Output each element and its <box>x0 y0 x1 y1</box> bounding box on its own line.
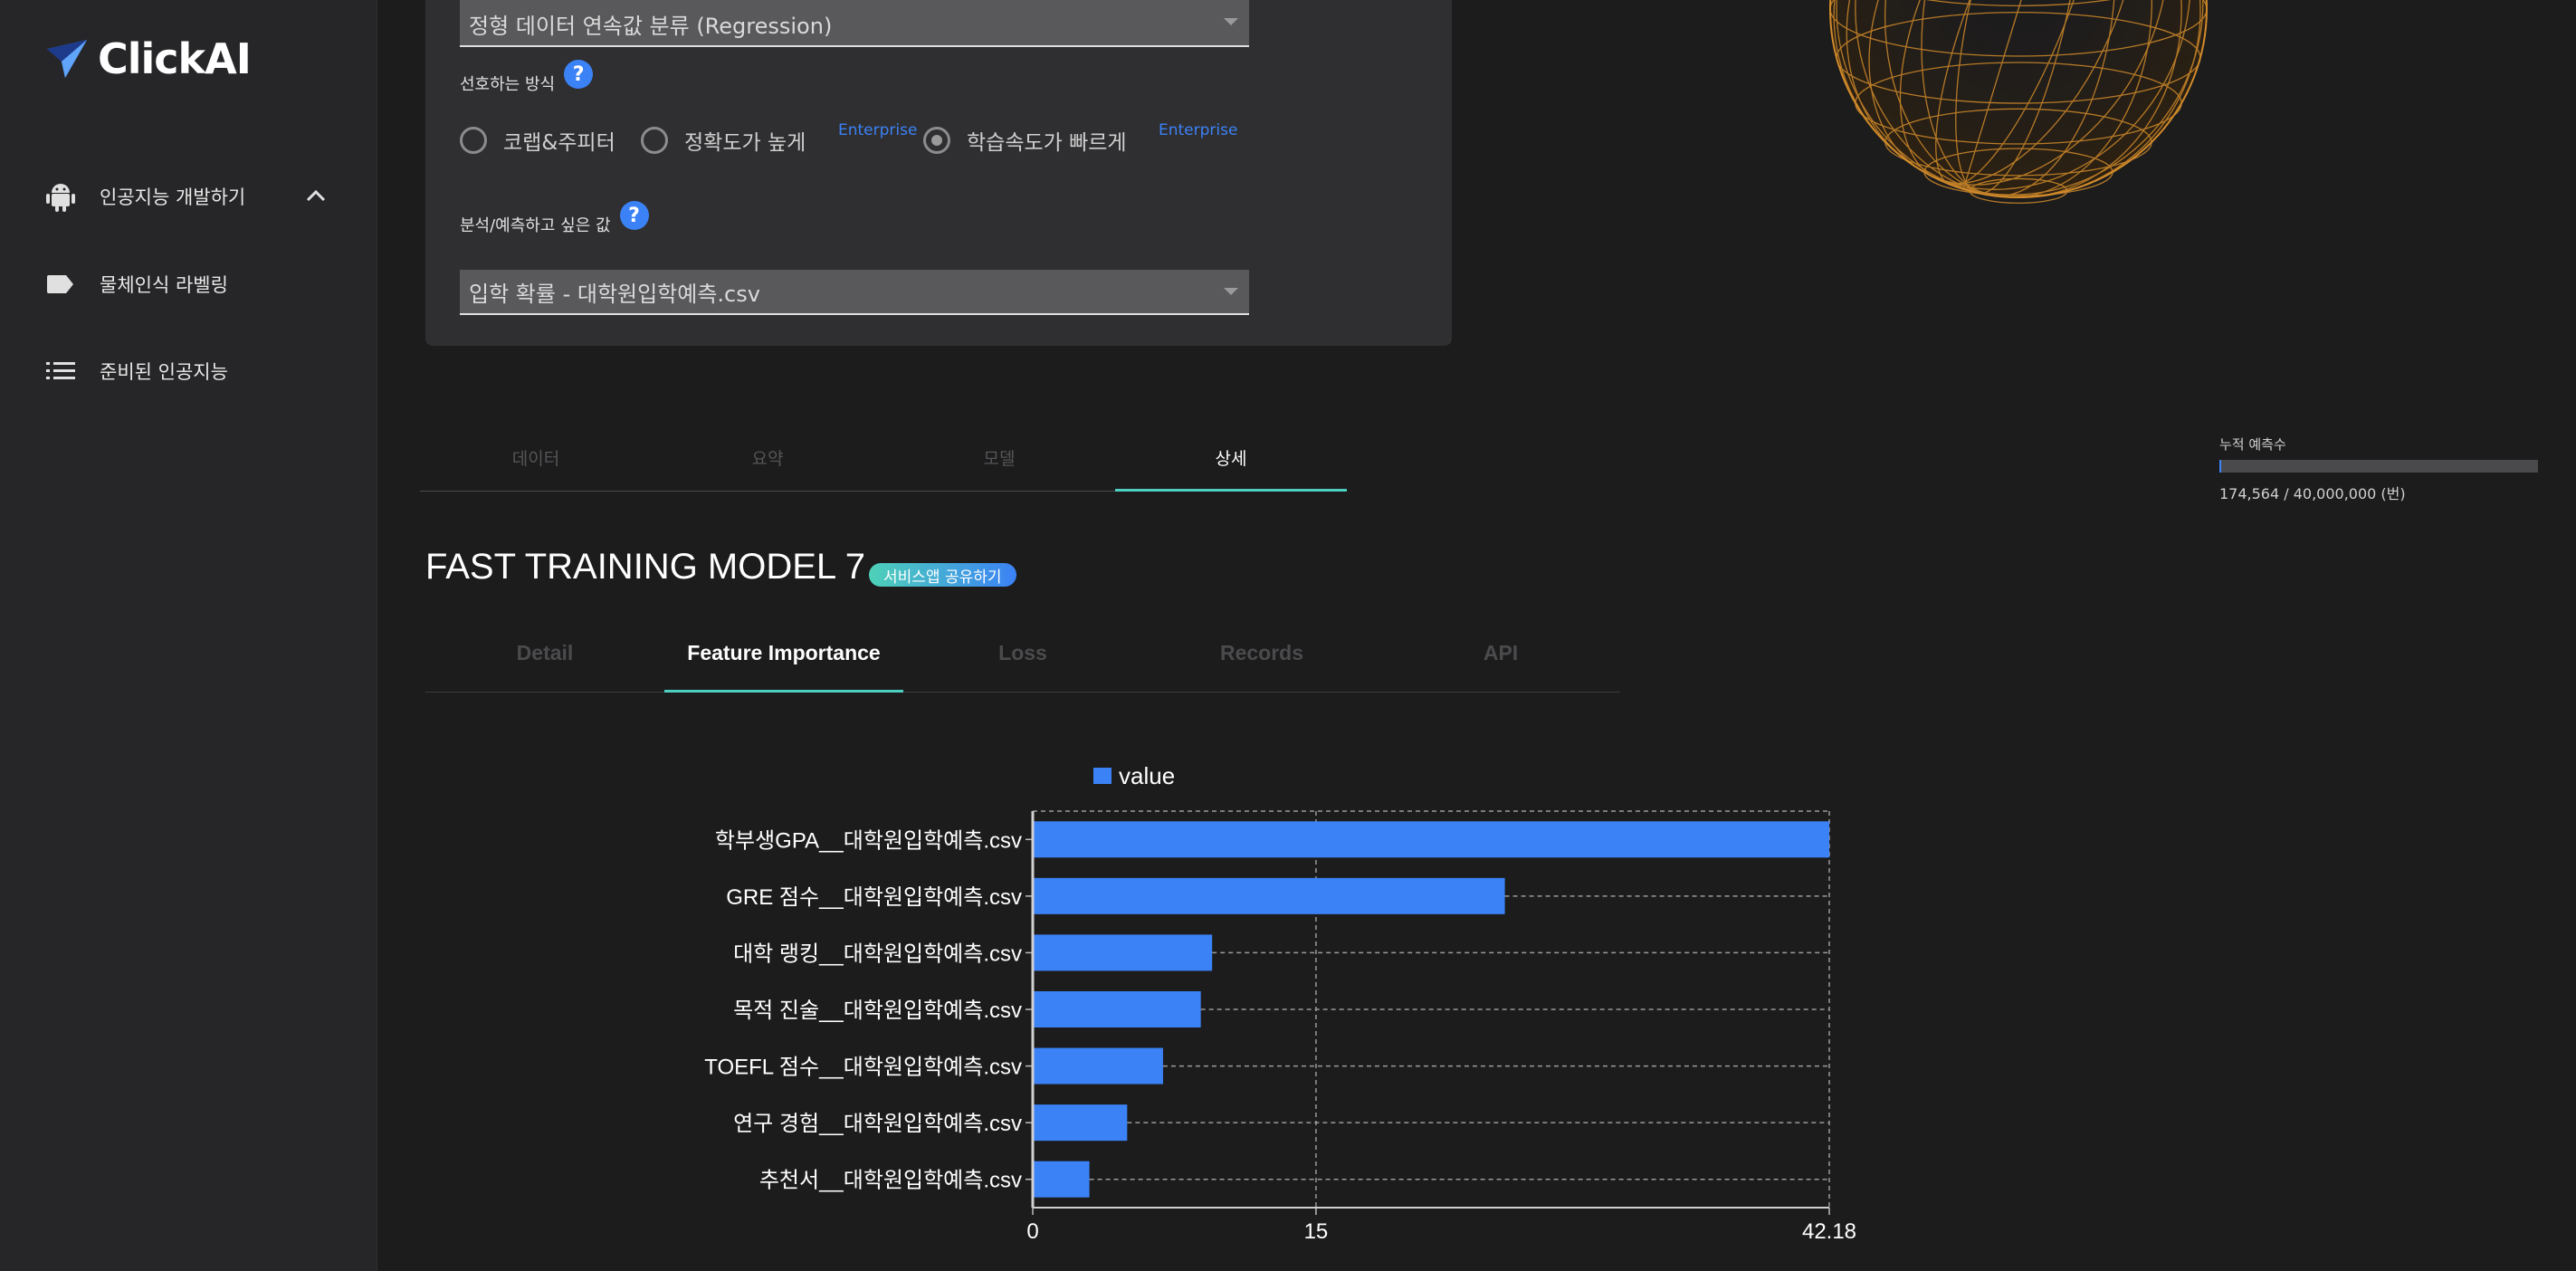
y-category-label: 대학 랭킹__대학원입학예측.csv <box>733 941 1022 966</box>
x-tick-label: 42.18 <box>1802 1219 1856 1244</box>
y-category-label: 학부생GPA__대학원입학예측.csv <box>715 828 1022 853</box>
chart-bar <box>1033 991 1201 1027</box>
legend-swatch <box>1093 768 1111 784</box>
y-category-label: 추천서__대학원입학예측.csv <box>759 1169 1022 1193</box>
chart-bar <box>1033 821 1829 858</box>
y-category-label: 연구 경험__대학원입학예측.csv <box>733 1112 1022 1136</box>
legend-label: value <box>1119 762 1175 789</box>
feature-importance-chart: value 0 15 42.18 학부생GPA__대학원입학예측.csv GRE 점수__… <box>704 762 1856 1244</box>
chart-bar <box>1033 934 1213 971</box>
chart-bar <box>1033 1104 1128 1142</box>
x-tick-label: 0 <box>1026 1219 1038 1244</box>
y-category-label: TOEFL 점수__대학원입학예측.csv <box>704 1056 1022 1080</box>
y-category-label: GRE 점수__대학원입학예측.csv <box>726 885 1022 910</box>
chart-bar <box>1033 1047 1163 1085</box>
x-tick-label: 15 <box>1304 1219 1329 1244</box>
chart-bar <box>1033 1161 1090 1198</box>
chart-bar <box>1033 877 1505 914</box>
y-category-label: 목적 진술__대학원입학예측.csv <box>733 999 1022 1023</box>
